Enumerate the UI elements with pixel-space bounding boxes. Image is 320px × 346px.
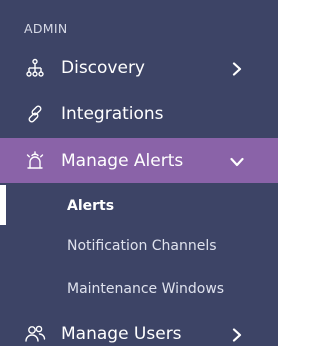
sidebar-item-label: Integrations — [61, 104, 164, 124]
chevron-right-icon — [230, 61, 244, 76]
selection-indicator — [0, 185, 6, 225]
network-tree-icon — [24, 57, 46, 79]
sidebar-item-label: Manage Users — [61, 324, 182, 344]
sidebar-item-label: Discovery — [61, 58, 145, 78]
link-icon — [24, 103, 46, 125]
submenu-item-alerts[interactable]: Alerts — [67, 198, 114, 214]
chevron-right-icon — [230, 327, 244, 342]
sidebar-item-discovery[interactable]: Discovery — [0, 48, 278, 88]
submenu-item-notification-channels[interactable]: Notification Channels — [67, 238, 217, 254]
alarm-icon — [24, 150, 46, 172]
sidebar-item-manage-users[interactable]: Manage Users — [0, 314, 278, 346]
submenu-item-maintenance-windows[interactable]: Maintenance Windows — [67, 281, 224, 297]
sidebar-item-manage-alerts[interactable]: Manage Alerts — [0, 138, 278, 183]
admin-sidebar: ADMIN Discovery Integrations Manage Aler… — [0, 0, 278, 346]
users-icon — [24, 323, 46, 345]
sidebar-item-integrations[interactable]: Integrations — [0, 94, 278, 134]
chevron-down-icon — [230, 154, 244, 168]
sidebar-item-label: Manage Alerts — [61, 150, 184, 171]
section-label-admin: ADMIN — [24, 21, 68, 36]
